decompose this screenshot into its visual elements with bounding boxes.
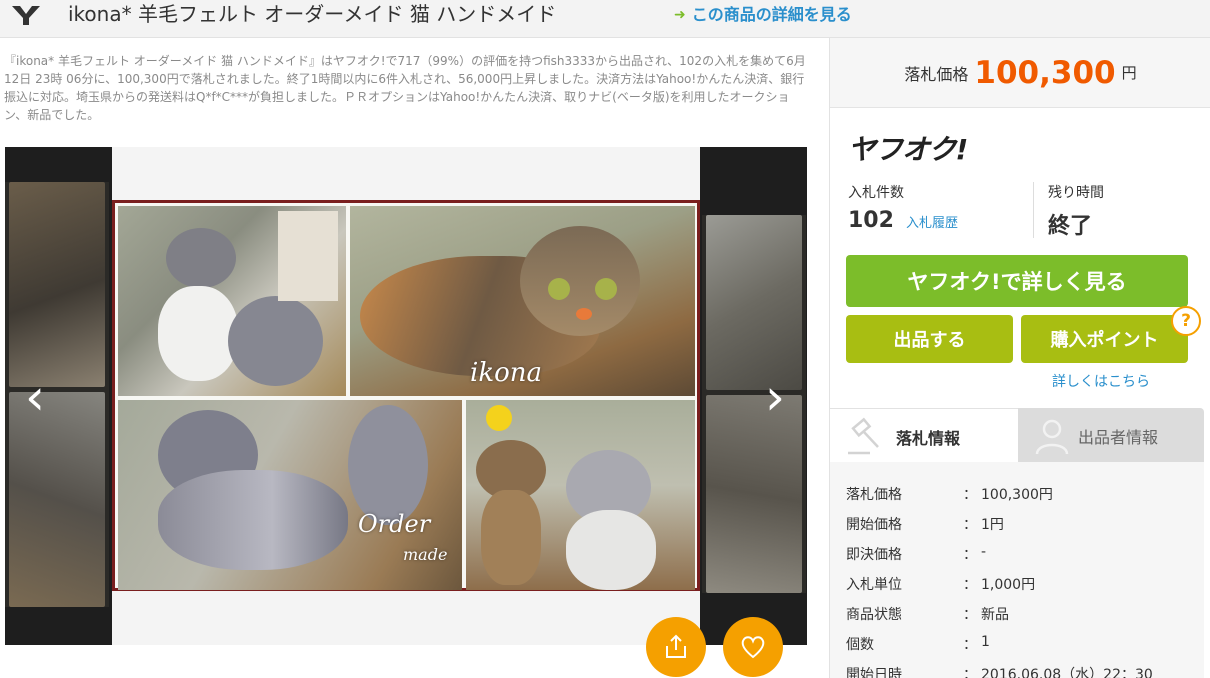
final-price-unit: 円 [1121,64,1137,82]
info-key: 商品状態 [846,607,902,623]
info-value: 1 [981,634,990,650]
info-row: 入札単位 ： 1,000円 [846,574,1035,604]
auction-panel: 落札価格 100,300 円 ヤフオク! 入札件数 102 入札履歴 残り時間 終… [829,38,1210,678]
info-colon: ： [963,637,977,653]
caption-order: Order [358,510,431,538]
caption-ikona: ikona [470,358,542,388]
info-colon: ： [963,517,977,533]
info-row: 開始日時 ： 2016.06.08（水）22：30 [846,664,1153,678]
more-info-link[interactable]: 詳しくはこちら [1052,371,1150,391]
preview-photo [9,182,105,387]
tab-seller-info[interactable]: 出品者情報 [1018,408,1204,462]
help-icon[interactable]: ? [1171,306,1201,336]
info-key: 開始日時 [846,667,902,678]
bid-stats: 入札件数 102 入札履歴 残り時間 終了 [848,182,1193,239]
main-photo[interactable]: ikona Order made [112,200,700,591]
gallery-next-button[interactable]: › [755,367,795,427]
photo-two-kittens [466,400,695,590]
info-colon: ： [963,667,977,678]
info-key: 個数 [846,637,874,653]
final-price-label: 落札価格 [904,64,969,84]
gallery-prev-button[interactable]: ‹ [15,367,55,427]
bid-count-value: 102 [848,208,894,233]
photo-grey-kitten [118,206,346,396]
info-value: 1,000円 [981,577,1036,593]
info-tabs: 落札情報 出品者情報 [830,408,1210,462]
info-colon: ： [963,577,977,593]
info-row: 個数 ： 1 [846,634,990,664]
header-bar: ikona* 羊毛フェルト オーダーメイド 猫 ハンドメイド ➜ この商品の詳細… [0,0,1210,38]
tab-seller-info-label: 出品者情報 [1078,428,1159,447]
tab-bid-info-label: 落札情報 [896,429,961,448]
info-row: 即決価格 ： - [846,544,986,574]
arrow-right-icon: ➜ [674,7,686,23]
photo-longhair-cat: Order made [118,400,462,590]
page-title: ikona* 羊毛フェルト オーダーメイド 猫 ハンドメイド [68,2,557,26]
final-price-box: 落札価格 100,300 円 [830,38,1210,108]
bid-info-table: 落札価格 ： 100,300円 開始価格 ： 1円 即決価格 ： - 入札単位 … [830,462,1204,678]
info-row: 開始価格 ： 1円 [846,514,1004,544]
share-icon [666,634,686,658]
info-key: 即決価格 [846,547,902,563]
final-price-value: 100,300 [974,54,1116,91]
heart-icon [741,636,765,659]
bid-history-link[interactable]: 入札履歴 [906,216,958,231]
gavel-icon [848,417,879,455]
purchase-points-button[interactable]: 購入ポイント [1021,315,1188,363]
time-left-label: 残り時間 [1048,185,1104,201]
yahoo-auctions-logo: ヤフオク! [848,133,968,166]
person-icon [1035,419,1069,455]
info-key: 開始価格 [846,517,902,533]
info-key: 落札価格 [846,487,902,503]
caption-made: made [403,545,448,564]
item-detail-link-label: この商品の詳細を見る [691,5,852,24]
info-colon: ： [963,487,977,503]
info-value: - [981,544,987,560]
info-value: 100,300円 [981,487,1053,503]
info-value: 新品 [981,607,1009,623]
tab-bid-info[interactable]: 落札情報 [830,408,1018,462]
info-key: 入札単位 [846,577,902,593]
view-on-yahoo-button[interactable]: ヤフオク!で詳しく見る [846,255,1188,307]
time-left-value: 終了 [1048,214,1093,239]
yahoo-logo-icon [12,6,40,25]
list-item-button[interactable]: 出品する [846,315,1013,363]
auction-summary: 『ikona* 羊毛フェルト オーダーメイド 猫 ハンドメイド』はヤフオク!で7… [4,54,806,122]
image-gallery: ikona Order made ‹ › [5,147,807,645]
info-value: 2016.06.08（水）22：30 [981,667,1153,678]
preview-photo [706,215,802,390]
info-value: 1円 [981,517,1004,533]
bid-count-label: 入札件数 [848,185,904,201]
item-detail-link[interactable]: ➜ この商品の詳細を見る [674,0,852,30]
info-row: 落札価格 ： 100,300円 [846,484,1053,514]
info-row: 商品状態 ： 新品 [846,604,1009,634]
info-colon: ： [963,607,977,623]
favorite-button[interactable] [723,617,783,677]
share-button[interactable] [646,617,706,677]
site-logo[interactable] [0,0,52,30]
info-colon: ： [963,547,977,563]
photo-tabby-cat: ikona [350,206,695,396]
